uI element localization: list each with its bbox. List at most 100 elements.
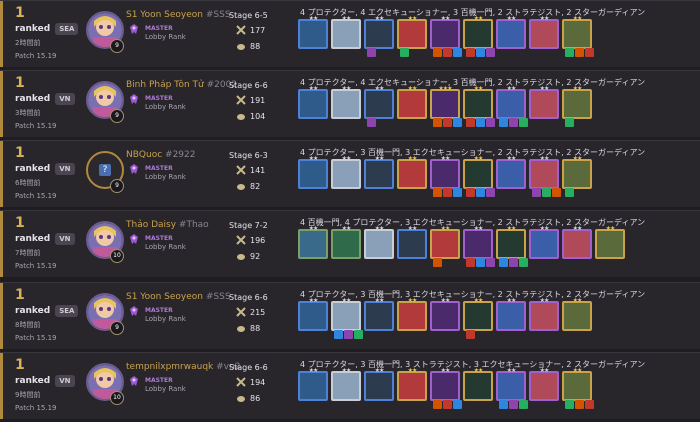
champion-unit[interactable]: ★★ bbox=[496, 155, 526, 189]
item-icon[interactable] bbox=[443, 400, 452, 409]
champion-unit[interactable]: ★★ bbox=[331, 155, 361, 189]
item-icon[interactable] bbox=[400, 48, 409, 57]
champion-unit[interactable]: ★★★ bbox=[430, 85, 462, 127]
item-icon[interactable] bbox=[476, 258, 485, 267]
match-row[interactable]: 1 ranked VN 9時間前 Patch 15.19 10 tempnilxpmrwau… bbox=[0, 352, 700, 419]
match-row[interactable]: 1 ranked VN 3時間前 Patch 15.19 9 Binh Pháp Tôn T… bbox=[0, 70, 700, 137]
item-icon[interactable] bbox=[466, 118, 475, 127]
champion-unit[interactable]: ★★ bbox=[430, 367, 462, 409]
item-icon[interactable] bbox=[433, 400, 442, 409]
champion-unit[interactable]: ★★ bbox=[496, 367, 528, 409]
champion-unit[interactable]: ★★ bbox=[397, 367, 427, 401]
item-icon[interactable] bbox=[466, 48, 475, 57]
item-icon[interactable] bbox=[453, 118, 462, 127]
champion-unit[interactable]: ★★ bbox=[364, 15, 394, 57]
champion-unit[interactable]: ★★ bbox=[298, 297, 328, 331]
item-icon[interactable] bbox=[344, 330, 353, 339]
champion-unit[interactable]: ★★ bbox=[364, 85, 394, 127]
champion-unit[interactable]: ★★ bbox=[397, 15, 427, 57]
champion-unit[interactable]: ★★ bbox=[331, 85, 361, 119]
item-icon[interactable] bbox=[565, 48, 574, 57]
item-icon[interactable] bbox=[519, 258, 528, 267]
item-icon[interactable] bbox=[519, 118, 528, 127]
champion-unit[interactable]: ★★ bbox=[331, 225, 361, 259]
item-icon[interactable] bbox=[585, 48, 594, 57]
champion-unit[interactable]: ★★ bbox=[529, 367, 559, 401]
match-row[interactable]: 1 ranked VN 7時間前 Patch 15.19 10 Thảo Daisy #Th… bbox=[0, 210, 700, 277]
champion-unit[interactable]: ★★ bbox=[463, 85, 495, 127]
item-icon[interactable] bbox=[367, 48, 376, 57]
champion-unit[interactable]: ★★ bbox=[463, 155, 495, 197]
champion-unit[interactable]: ★★ bbox=[562, 85, 592, 127]
summoner-name[interactable]: NBQuoc #2922 bbox=[126, 150, 195, 160]
champion-unit[interactable]: ★★ bbox=[430, 297, 460, 331]
item-icon[interactable] bbox=[443, 118, 452, 127]
champion-unit[interactable]: ★★ bbox=[331, 297, 363, 339]
champion-unit[interactable]: ★★ bbox=[529, 225, 559, 259]
summoner-name[interactable]: S1 Yoon Seoyeon #SSS bbox=[126, 292, 231, 302]
item-icon[interactable] bbox=[453, 188, 462, 197]
item-icon[interactable] bbox=[476, 188, 485, 197]
champion-unit[interactable]: ★★ bbox=[364, 367, 394, 401]
item-icon[interactable] bbox=[565, 118, 574, 127]
item-icon[interactable] bbox=[575, 400, 584, 409]
champion-unit[interactable]: ★★ bbox=[463, 15, 495, 57]
summoner-name[interactable]: tempnilxpmrwauqk #vn2 bbox=[126, 362, 240, 372]
champion-unit[interactable]: ★★ bbox=[397, 155, 427, 189]
champion-unit[interactable]: ★★ bbox=[463, 367, 493, 401]
item-icon[interactable] bbox=[486, 258, 495, 267]
item-icon[interactable] bbox=[509, 258, 518, 267]
summoner-name[interactable]: S1 Yoon Seoyeon #SSS bbox=[126, 10, 231, 20]
champion-unit[interactable]: ★★ bbox=[529, 155, 561, 197]
item-icon[interactable] bbox=[565, 400, 574, 409]
champion-unit[interactable]: ★★ bbox=[496, 15, 526, 49]
champion-unit[interactable]: ★★ bbox=[463, 225, 495, 267]
item-icon[interactable] bbox=[466, 258, 475, 267]
item-icon[interactable] bbox=[433, 48, 442, 57]
champion-unit[interactable]: ★★ bbox=[397, 297, 427, 331]
item-icon[interactable] bbox=[443, 188, 452, 197]
champion-unit[interactable]: ★★ bbox=[364, 225, 394, 259]
item-icon[interactable] bbox=[443, 48, 452, 57]
champion-unit[interactable]: ★★ bbox=[430, 155, 462, 197]
item-icon[interactable] bbox=[433, 118, 442, 127]
item-icon[interactable] bbox=[509, 400, 518, 409]
match-row[interactable]: 1 ranked VN 6時間前 Patch 15.19? 9 NBQuoc #2922 MA… bbox=[0, 140, 700, 207]
item-icon[interactable] bbox=[433, 188, 442, 197]
item-icon[interactable] bbox=[354, 330, 363, 339]
champion-unit[interactable]: ★★ bbox=[496, 85, 528, 127]
item-icon[interactable] bbox=[433, 258, 442, 267]
item-icon[interactable] bbox=[575, 48, 584, 57]
champion-unit[interactable]: ★★ bbox=[298, 15, 328, 49]
item-icon[interactable] bbox=[476, 118, 485, 127]
champion-unit[interactable]: ★★ bbox=[463, 297, 493, 339]
summoner-name[interactable]: Binh Pháp Tôn Tử #2002 bbox=[126, 80, 237, 90]
champion-unit[interactable]: ★★ bbox=[496, 297, 526, 331]
champion-unit[interactable]: ★★ bbox=[298, 155, 328, 189]
item-icon[interactable] bbox=[565, 188, 574, 197]
champion-unit[interactable]: ★★ bbox=[397, 225, 427, 259]
match-row[interactable]: 1 ranked SEA 2時間前 Patch 15.19 9 S1 Yoon Seoyeo… bbox=[0, 0, 700, 67]
item-icon[interactable] bbox=[509, 118, 518, 127]
champion-unit[interactable]: ★★ bbox=[529, 297, 559, 331]
item-icon[interactable] bbox=[552, 188, 561, 197]
item-icon[interactable] bbox=[585, 400, 594, 409]
item-icon[interactable] bbox=[519, 400, 528, 409]
champion-unit[interactable]: ★★ bbox=[298, 367, 328, 401]
champion-unit[interactable]: ★★ bbox=[562, 297, 592, 331]
item-icon[interactable] bbox=[499, 118, 508, 127]
champion-unit[interactable]: ★★ bbox=[562, 155, 592, 197]
champion-unit[interactable]: ★★ bbox=[397, 85, 427, 119]
summoner-name[interactable]: Thảo Daisy #Thao bbox=[126, 220, 209, 230]
champion-unit[interactable]: ★★ bbox=[529, 15, 559, 49]
item-icon[interactable] bbox=[486, 188, 495, 197]
item-icon[interactable] bbox=[367, 118, 376, 127]
item-icon[interactable] bbox=[542, 188, 551, 197]
item-icon[interactable] bbox=[453, 400, 462, 409]
item-icon[interactable] bbox=[476, 48, 485, 57]
item-icon[interactable] bbox=[334, 330, 343, 339]
item-icon[interactable] bbox=[486, 118, 495, 127]
item-icon[interactable] bbox=[532, 188, 541, 197]
item-icon[interactable] bbox=[499, 400, 508, 409]
champion-unit[interactable]: ★★ bbox=[298, 85, 328, 119]
